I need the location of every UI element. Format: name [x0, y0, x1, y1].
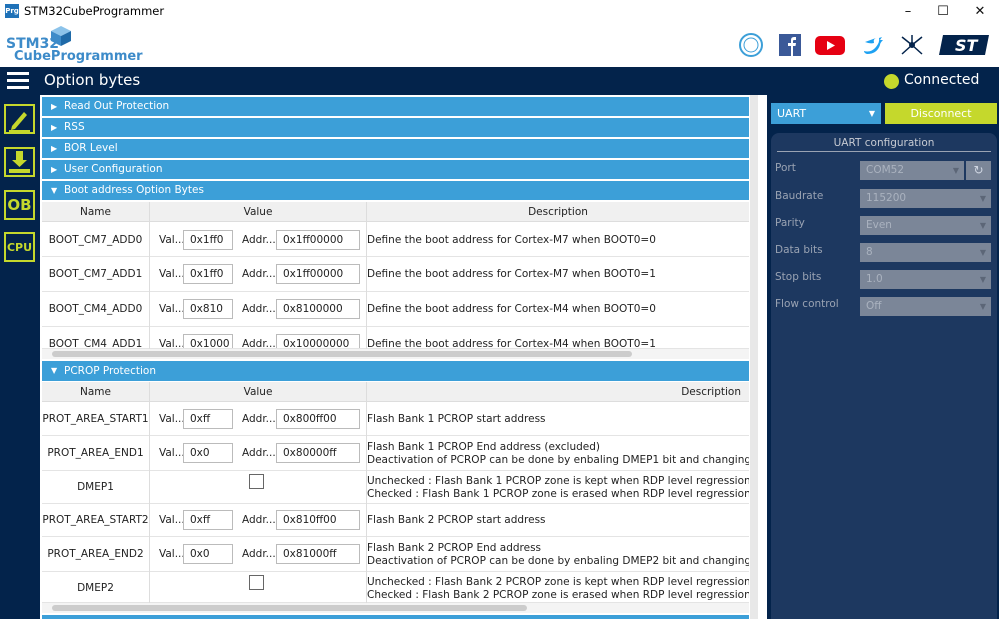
twitter-icon[interactable] — [862, 33, 884, 57]
interface-select[interactable]: UART ▼ — [771, 103, 881, 124]
section-bor-level[interactable]: ▶ BOR Level — [42, 139, 749, 158]
chevron-down-icon: ▼ — [51, 186, 58, 195]
port-label: Port — [775, 162, 796, 174]
sidebar-item-cpu[interactable]: CPU — [4, 232, 35, 262]
column-description: Description — [681, 386, 741, 398]
connection-status-icon — [884, 74, 899, 89]
minimize-button[interactable]: – — [890, 0, 926, 23]
column-divider — [366, 202, 367, 349]
dmep1-checkbox[interactable] — [249, 474, 264, 489]
divider — [777, 151, 991, 152]
header — [0, 23, 999, 67]
section-boot-address[interactable]: ▼ Boot address Option Bytes — [42, 181, 749, 200]
chevron-down-icon: ▼ — [979, 302, 986, 311]
uart-config-title: UART configuration — [833, 137, 935, 149]
column-divider — [149, 202, 150, 349]
data-bits-label: Data bits — [775, 244, 823, 256]
vertical-scrollbar[interactable] — [750, 95, 758, 619]
sidebar-item-memory-edit[interactable] — [4, 104, 35, 134]
facebook-icon[interactable] — [779, 33, 801, 57]
stop-bits-select[interactable]: 1.0 ▼ — [860, 270, 991, 289]
sidebar-item-option-bytes[interactable]: OB — [4, 190, 35, 220]
value-input[interactable]: 0x1ff0 — [183, 230, 233, 250]
column-value: Value — [243, 386, 273, 398]
horizontal-scrollbar[interactable] — [42, 349, 749, 359]
chevron-right-icon: ▶ — [51, 102, 58, 111]
window-title: STM32CubeProgrammer — [24, 4, 165, 18]
youtube-icon[interactable] — [815, 33, 845, 57]
chevron-down-icon: ▼ — [868, 109, 875, 118]
flow-control-label: Flow control — [775, 298, 839, 310]
menu-icon[interactable] — [7, 72, 29, 90]
address-input[interactable]: 0x1ff00000 — [276, 264, 360, 284]
chevron-right-icon: ▶ — [51, 123, 58, 132]
page-title: Option bytes — [44, 71, 141, 89]
edit-icon — [9, 112, 30, 132]
column-divider — [366, 382, 367, 603]
st-logo-icon: ST — [939, 35, 989, 55]
address-input[interactable]: 0x800ff00 — [276, 409, 360, 429]
flow-control-select[interactable]: Off ▼ — [860, 297, 991, 316]
app-icon: Prg — [5, 4, 19, 18]
sidebar-item-erase-programming[interactable] — [4, 147, 35, 177]
chevron-down-icon: ▼ — [979, 275, 986, 284]
column-name: Name — [80, 206, 111, 218]
data-bits-select[interactable]: 8 ▼ — [860, 243, 991, 262]
port-select[interactable]: COM52 ▼ — [860, 161, 964, 180]
connection-status: Connected — [904, 72, 980, 88]
top-navbar — [0, 67, 999, 95]
address-input[interactable]: 0x1ff00000 — [276, 230, 360, 250]
disconnect-button[interactable]: Disconnect — [885, 103, 997, 124]
value-input[interactable]: 0x1ff0 — [183, 264, 233, 284]
dmep2-checkbox[interactable] — [249, 575, 264, 590]
section-user-configuration[interactable]: ▶ User Configuration — [42, 160, 749, 179]
address-input[interactable]: 0x8100000 — [276, 299, 360, 319]
column-name: Name — [80, 386, 111, 398]
address-input[interactable]: 0x81000ff — [276, 544, 360, 564]
section-read-out-protection[interactable]: ▶ Read Out Protection — [42, 97, 749, 116]
svg-text:ST: ST — [955, 36, 979, 55]
value-input[interactable]: 0x1000 — [183, 334, 233, 348]
chevron-right-icon: ▶ — [51, 144, 58, 153]
download-icon — [9, 151, 30, 173]
cube-icon — [51, 26, 71, 46]
address-input[interactable]: 0x10000000 — [276, 334, 360, 348]
option-bytes-panel: ▶ Read Out Protection ▶ RSS ▶ BOR Level ▶ Us… — [40, 95, 758, 619]
value-input[interactable]: 0x810 — [183, 299, 233, 319]
stop-bits-label: Stop bits — [775, 271, 822, 283]
value-input[interactable]: 0x0 — [183, 443, 233, 463]
address-input[interactable]: 0x80000ff — [276, 443, 360, 463]
baudrate-label: Baudrate — [775, 190, 824, 202]
section-divider — [42, 615, 749, 619]
value-input[interactable]: 0xff — [183, 409, 233, 429]
address-input[interactable]: 0x810ff00 — [276, 510, 360, 530]
close-button[interactable]: ✕ — [962, 0, 998, 23]
parity-label: Parity — [775, 217, 805, 229]
chevron-down-icon: ▼ — [979, 194, 986, 203]
value-input[interactable]: 0x0 — [183, 544, 233, 564]
refresh-icon[interactable]: ↻ — [966, 161, 991, 180]
section-pcrop-protection[interactable]: ▼ PCROP Protection — [42, 361, 749, 381]
chevron-down-icon: ▼ — [979, 221, 986, 230]
network-icon[interactable] — [899, 33, 925, 57]
chevron-down-icon: ▼ — [952, 166, 959, 175]
anniversary-icon[interactable] — [737, 33, 765, 57]
column-description: Description — [528, 206, 588, 218]
column-value: Value — [243, 206, 273, 218]
value-input[interactable]: 0xff — [183, 510, 233, 530]
column-divider — [149, 382, 150, 603]
parity-select[interactable]: Even ▼ — [860, 216, 991, 235]
chevron-down-icon: ▼ — [51, 366, 58, 375]
chevron-down-icon: ▼ — [979, 248, 986, 257]
horizontal-scrollbar[interactable] — [42, 603, 749, 613]
logo-text-cubeprogrammer: CubeProgrammer — [14, 49, 143, 64]
baudrate-select[interactable]: 115200 ▼ — [860, 189, 991, 208]
maximize-button[interactable]: ☐ — [925, 0, 961, 23]
section-rss[interactable]: ▶ RSS — [42, 118, 749, 137]
chevron-right-icon: ▶ — [51, 165, 58, 174]
